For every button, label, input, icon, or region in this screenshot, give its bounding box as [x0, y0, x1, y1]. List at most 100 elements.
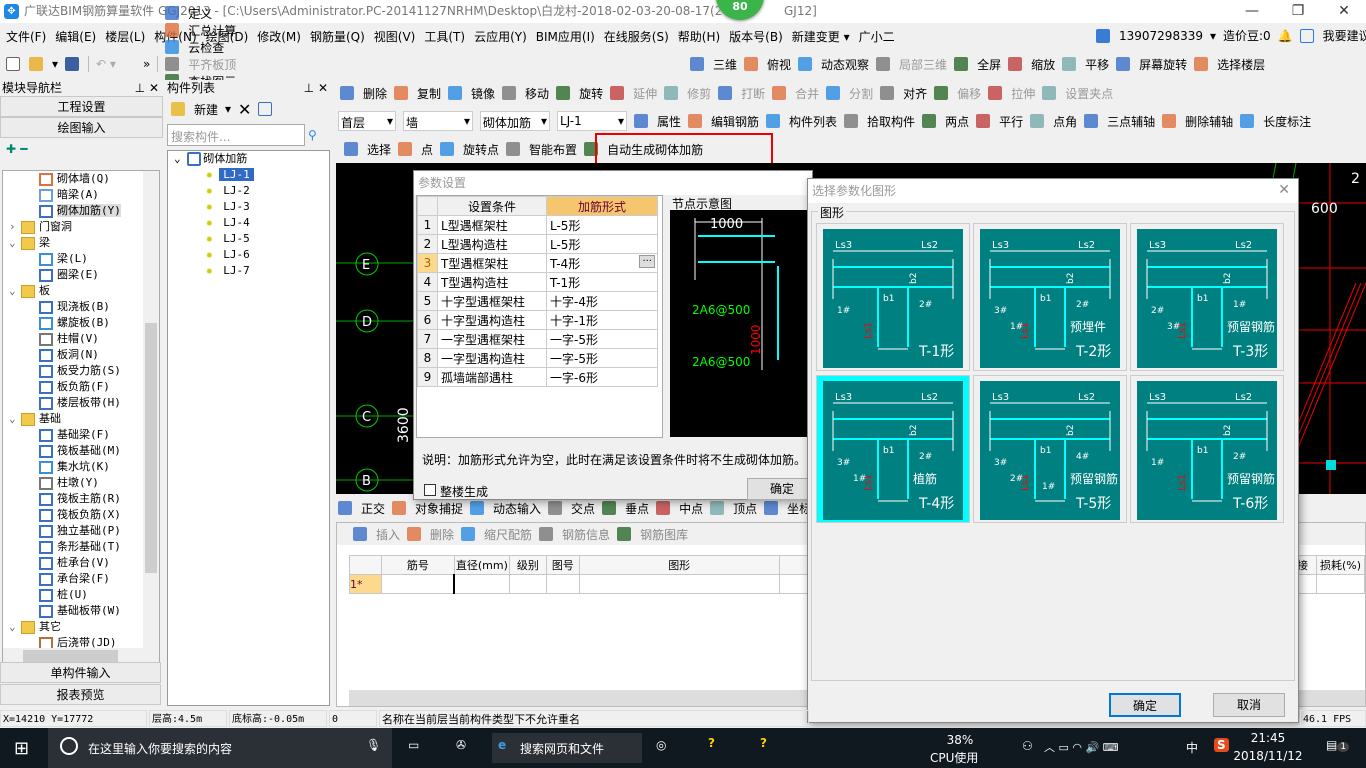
condition-cell[interactable]: 十字型遇构造柱 [437, 310, 547, 330]
toolbar-button-5[interactable]: 延伸 [610, 85, 657, 102]
toolbar-button-6[interactable]: 点角 [1030, 113, 1077, 130]
table-row[interactable]: 8 一字型遇构造柱 一字-5形 [417, 348, 658, 368]
chevron-icon[interactable]: ⌄ [9, 411, 21, 427]
ggj-app-icon-1[interactable]: ? [708, 736, 715, 750]
chevron-icon[interactable]: ⌄ [9, 235, 21, 251]
toolbar-button-4[interactable]: 垂点 [602, 500, 649, 517]
table-row[interactable]: 1 L型遇框架柱 L-5形 [417, 215, 658, 235]
toolbar-button-1[interactable]: 点 [398, 141, 433, 158]
tree-vscrollbar[interactable] [143, 171, 159, 649]
menu-item-9[interactable]: 云应用(Y) [474, 28, 527, 45]
shape-option[interactable]: Ls3 Ls2 Ls1 b1 b2 T-5形 预留钢筋 3# 4# 2# 1# [973, 375, 1127, 523]
toolbar-button-6[interactable]: 顶点 [710, 500, 757, 517]
rebar-form-cell[interactable]: 一字-5形 [546, 348, 658, 368]
toolbar-button-0[interactable]: 正交 [338, 500, 385, 517]
toolbar-button-0[interactable]: 定义 [165, 5, 248, 22]
new-component-button[interactable]: 新建 [194, 101, 218, 118]
nav-tree-item[interactable]: 楼层板带(H) [3, 395, 159, 411]
toolbar-button-2[interactable]: 镜像 [448, 85, 495, 102]
toolbar-button-0[interactable]: 删除 [340, 85, 387, 102]
menu-item-6[interactable]: 钢筋量(Q) [310, 28, 365, 45]
floor-select[interactable]: 首层 ▾ [338, 111, 396, 131]
toolbar-button-7[interactable]: 三点辅轴 [1084, 113, 1155, 130]
subtype-select[interactable]: 砌体加筋 ▾ [480, 111, 550, 131]
component-list-item[interactable]: ✹ LJ-4 [168, 215, 329, 231]
rebar-form-cell[interactable]: 一字-6形 [546, 367, 658, 387]
component-list-item[interactable]: ✹ LJ-5 [168, 231, 329, 247]
component-list-item[interactable]: ✹ LJ-2 [168, 183, 329, 199]
menu-item-12[interactable]: 帮助(H) [678, 28, 720, 45]
nav-tree-item[interactable]: 桩(U) [3, 587, 159, 603]
nav-tree-item[interactable]: 承台梁(F) [3, 571, 159, 587]
condition-cell[interactable]: T型遇框架柱 [437, 253, 547, 273]
nav-tree-item[interactable]: 暗梁(A) [3, 187, 159, 203]
toolbar-button-11[interactable]: 偏移 [934, 85, 981, 102]
component-search-input[interactable]: 搜索构件... [167, 124, 305, 146]
toolbar-button-3[interactable]: 交点 [548, 500, 595, 517]
condition-cell[interactable]: L型遇构造柱 [437, 234, 547, 254]
report-preview-button[interactable]: 报表预览 [0, 684, 161, 705]
shape-option[interactable]: Ls3 Ls2 Ls1 b1 b2 T-1形 1# 2# [816, 223, 970, 371]
suggest-link[interactable]: 我要建议 [1323, 27, 1366, 44]
type-select[interactable]: 墙 ▾ [403, 111, 473, 131]
menu-item-1[interactable]: 编辑(E) [55, 28, 96, 45]
nav-tree-item[interactable]: ⌄ 板 [3, 283, 159, 299]
toolbar-button-0[interactable]: 选择 [344, 141, 391, 158]
nav-tree-item[interactable]: 柱墩(Y) [3, 475, 159, 491]
toolbar-button-7[interactable]: 打断 [718, 85, 765, 102]
taskbar-search[interactable]: 在这里输入你要搜索的内容 🎙 [48, 728, 392, 768]
nav-tree-item[interactable]: 基础板带(W) [3, 603, 159, 619]
tray-icons[interactable]: ︿ ▭ ◠ 🔊 ⌨ [1044, 739, 1119, 755]
minimize-button[interactable]: — [1229, 0, 1275, 23]
single-input-button[interactable]: 单构件输入 [0, 662, 161, 683]
condition-cell[interactable]: T型遇构造柱 [437, 272, 547, 292]
nav-tree-item[interactable]: 筏板负筋(X) [3, 507, 159, 523]
nav-tree-item[interactable]: › 门窗洞 [3, 219, 159, 235]
notification-icon[interactable]: ▤ 1 [1326, 738, 1350, 752]
nav-tree-item[interactable]: 板受力筋(S) [3, 363, 159, 379]
menu-item-14[interactable]: 新建变更 ▾ [792, 28, 850, 45]
new-file-icon[interactable] [6, 57, 20, 71]
nav-tree-item[interactable]: 圈梁(E) [3, 267, 159, 283]
nav-tree-item[interactable]: 梁(L) [3, 251, 159, 267]
project-settings-button[interactable]: 工程设置 [0, 96, 163, 117]
rebar-form-cell[interactable]: T-1形 [546, 272, 658, 292]
people-icon[interactable]: ⚇ [1022, 739, 1033, 753]
shape-option[interactable]: Ls3 Ls2 Ls1 b1 b2 T-6形 预留钢筋 1# 2# [1130, 375, 1284, 523]
draw-input-button[interactable]: 绘图输入 [0, 117, 163, 138]
toolbar-button-4[interactable]: 旋转 [556, 85, 603, 102]
bell-icon[interactable]: 🔔 [1278, 29, 1293, 43]
condition-cell[interactable]: L型遇框架柱 [437, 215, 547, 235]
chevron-icon[interactable]: › [9, 219, 21, 235]
table-row[interactable]: 6 十字型遇构造柱 十字-1形 [417, 310, 658, 330]
toolbar-button-12[interactable]: 拉伸 [988, 85, 1035, 102]
nav-tree-item[interactable]: 桩承台(V) [3, 555, 159, 571]
shape-option[interactable]: Ls3 Ls2 Ls1 b1 b2 T-2形 预埋件 3# 2# 1# [973, 223, 1127, 371]
windows-start-icon[interactable]: ⊞ [14, 738, 29, 759]
toolbar-button-2[interactable]: 云检查 [165, 39, 248, 56]
toolbar-button-6[interactable]: 平移 [1062, 56, 1109, 73]
toolbar-button-9[interactable]: 分割 [826, 85, 873, 102]
toolbar-button-7[interactable]: 坐标 [764, 500, 811, 517]
toolbar-button-2[interactable]: 旋转点 [440, 141, 499, 158]
nav-tree-item[interactable]: 独立基础(P) [3, 523, 159, 539]
more-button[interactable]: ··· [639, 255, 655, 268]
restore-button[interactable]: ❐ [1275, 0, 1321, 23]
app-icon-1[interactable]: ◎ [656, 738, 666, 752]
menu-item-5[interactable]: 修改(M) [257, 28, 301, 45]
toolbar-button-7[interactable]: 屏幕旋转 [1116, 56, 1187, 73]
shape-option[interactable]: Ls3 Ls2 Ls1 b1 b2 T-4形 植筋 3# 2# 1# [816, 375, 970, 523]
toolbar-button-3[interactable]: 拾取构件 [844, 113, 915, 130]
edge-search[interactable]: e 搜索网页和文件 [492, 733, 642, 763]
toolbar-button-9[interactable]: 长度标注 [1240, 113, 1311, 130]
menu-item-2[interactable]: 楼层(L) [105, 28, 145, 45]
toolbar-button-4[interactable]: 全屏 [954, 56, 1001, 73]
nav-tree-item[interactable]: 条形基础(T) [3, 539, 159, 555]
toolbar-button-8[interactable]: 合并 [772, 85, 819, 102]
component-list-item[interactable]: ✹ LJ-1 [168, 167, 329, 183]
toolbar-button-2[interactable]: 缩尺配筋 [461, 526, 532, 543]
toolbar-button-1[interactable]: 对象捕捉 [392, 500, 463, 517]
toolbar-button-4[interactable]: 两点 [922, 113, 969, 130]
clock-date[interactable]: 2018/11/12 [1228, 749, 1308, 763]
component-select[interactable]: LJ-1 ▾ [557, 111, 627, 131]
